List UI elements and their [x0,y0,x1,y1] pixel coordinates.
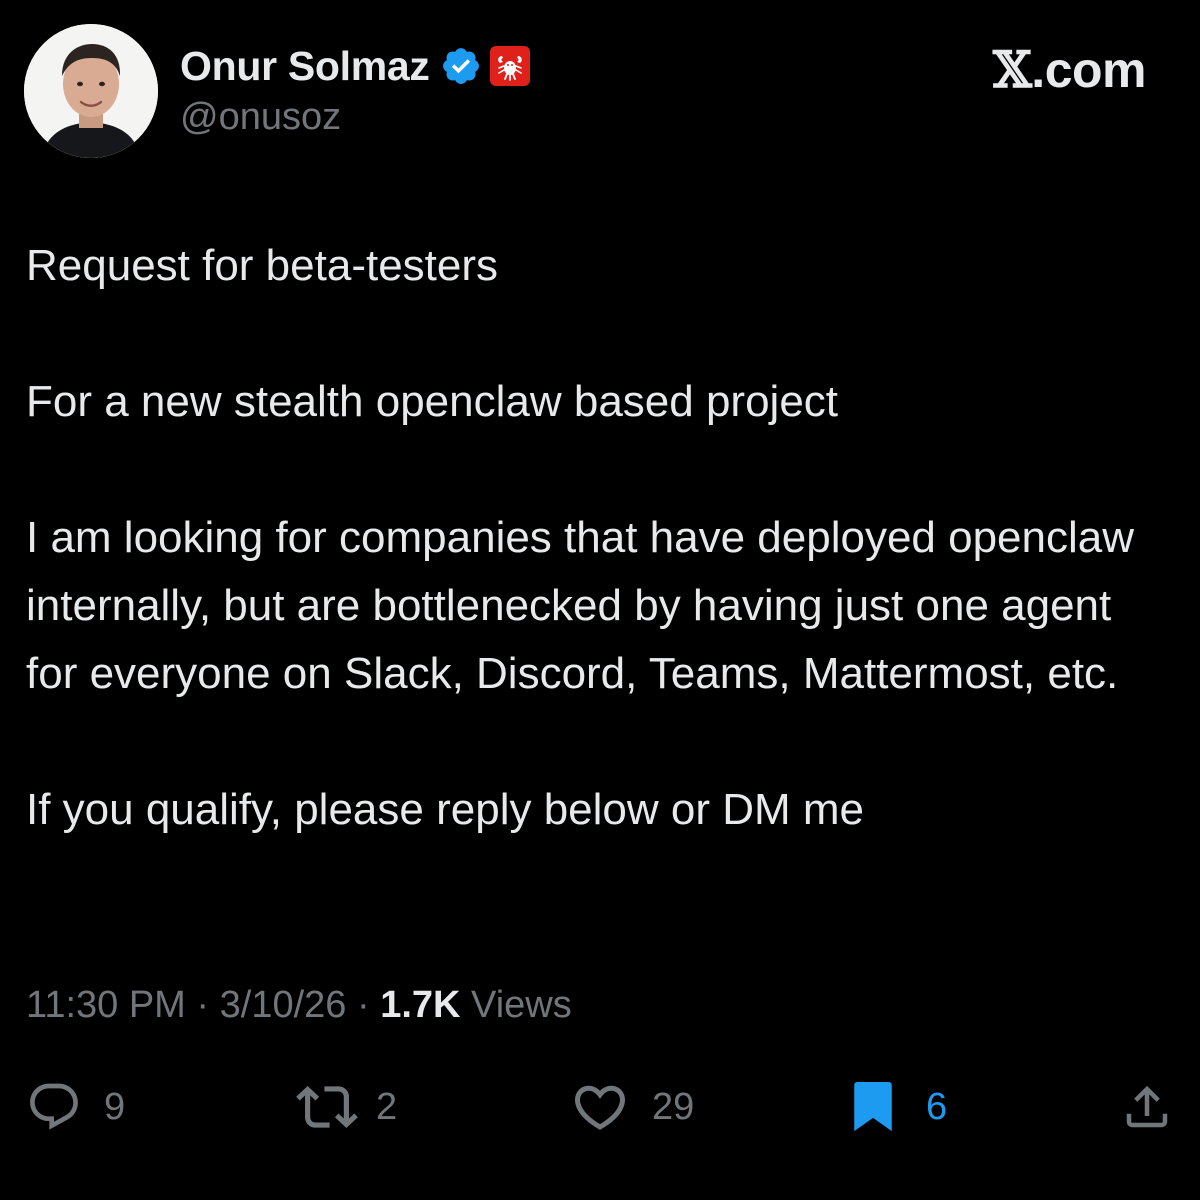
repost-icon [296,1086,358,1128]
meta-separator: · [346,984,381,1026]
tweet-header: Onur Solmaz @onusoz 𝕏.com [24,24,1160,160]
reply-icon [30,1083,78,1130]
lobster-badge-icon[interactable] [489,46,530,86]
share-icon [1126,1085,1168,1128]
avatar[interactable] [24,24,158,158]
action-bar: 9 2 29 6 [0,1074,1200,1140]
brand-logo: 𝕏.com [993,40,1146,99]
avatar-portrait [24,24,158,158]
meta-separator: · [185,984,220,1026]
bookmark-count: 6 [926,1085,948,1128]
tweet-meta: 11:30 PM · 3/10/26 · 1.7K Views [26,984,572,1027]
like-count: 29 [652,1085,695,1128]
repost-button[interactable]: 2 [296,1074,397,1140]
views-count[interactable]: 1.7K [380,984,460,1026]
views-label: Views [460,984,572,1026]
repost-count: 2 [376,1085,398,1128]
x-logo-icon: 𝕏 [993,40,1032,99]
verified-badge-icon[interactable] [440,45,482,87]
tweet-paragraph: For a new stealth openclaw based project [26,377,839,426]
reply-count: 9 [104,1085,126,1128]
timestamp-date[interactable]: 3/10/26 [220,984,347,1026]
timestamp-time[interactable]: 11:30 PM [26,984,186,1026]
handle[interactable]: @onusoz [180,96,341,139]
brand-suffix: .com [1031,42,1146,98]
tweet-paragraph: I am looking for companies that have dep… [26,513,1135,698]
bookmark-filled-icon [854,1082,892,1132]
share-button[interactable] [1120,1074,1174,1140]
reply-button[interactable]: 9 [26,1074,125,1140]
tweet-text: Request for beta-testers For a new steal… [26,232,1166,844]
like-button[interactable]: 29 [570,1074,694,1140]
bookmark-button[interactable]: 6 [848,1074,947,1140]
tweet-paragraph: If you qualify, please reply below or DM… [26,785,864,834]
name-row: Onur Solmaz [180,38,530,94]
tweet-paragraph: Request for beta-testers [26,241,499,290]
heart-icon [574,1085,626,1130]
display-name[interactable]: Onur Solmaz [180,43,430,90]
